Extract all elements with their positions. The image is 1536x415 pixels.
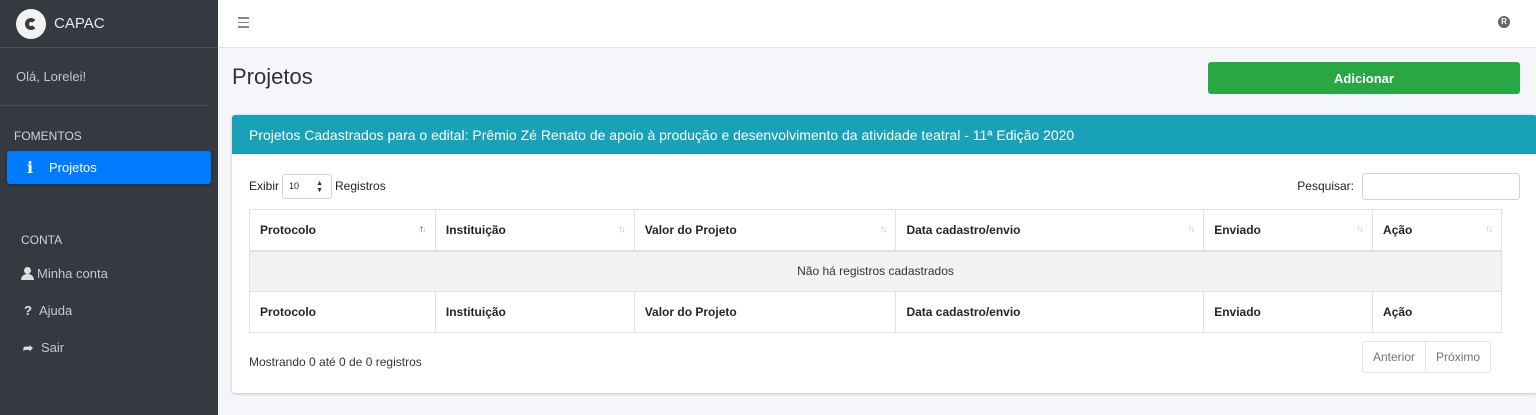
show-label: Exibir (249, 179, 280, 193)
info-icon: i (27, 158, 34, 177)
sidebar-item-label: Projetos (49, 160, 97, 175)
table-controls: Exibir 10 ▲ ▼ Registros Pesquisar: (249, 172, 1520, 200)
search-input[interactable] (1362, 172, 1520, 200)
question-icon: ? (24, 303, 32, 318)
empty-message: Não há registros cadastrados (249, 249, 1502, 292)
footer-valor: Valor do Projeto (633, 291, 897, 333)
column-header-acao[interactable]: Ação ↑↓ (1372, 209, 1502, 251)
page-length-control: Exibir 10 ▲ ▼ Registros (249, 172, 386, 200)
sort-icon: ↑↓ (1356, 224, 1364, 235)
sidebar-item-label: Minha conta (37, 266, 108, 281)
sidebar-item-label: Ajuda (39, 303, 73, 318)
brand-logo (16, 8, 46, 39)
column-header-protocolo[interactable]: Protocolo ↑↓ (249, 209, 436, 251)
column-header-data[interactable]: Data cadastro/envio ↑↓ (895, 209, 1205, 251)
sidebar-item-label: Sair (41, 340, 65, 355)
nav-header-fomentos: FOMENTOS (14, 129, 82, 143)
sidebar-item-ajuda[interactable]: ? Ajuda (0, 292, 218, 329)
next-page-button[interactable]: Próximo (1425, 342, 1490, 372)
nav-header-conta: CONTA (21, 233, 63, 247)
sort-icon: ↑↓ (1485, 224, 1493, 235)
footer-acao: Ação (1372, 291, 1502, 333)
brand-name: CAPAC (54, 15, 105, 32)
search-control: Pesquisar: (1297, 172, 1520, 200)
prev-page-button[interactable]: Anterior (1363, 342, 1425, 372)
pagination: Anterior Próximo (1362, 341, 1492, 373)
brand-link[interactable]: CAPAC (0, 0, 218, 48)
footer-enviado: Enviado (1203, 291, 1374, 333)
footer-protocolo: Protocolo (249, 291, 436, 333)
user-greeting: Olá, Lorelei! (0, 48, 208, 106)
page-title: Projetos (232, 64, 313, 89)
card-title: Projetos Cadastrados para o edital: Prêm… (232, 115, 1536, 154)
footer-instituicao: Instituição (434, 291, 635, 333)
projects-table: Protocolo ↑↓ Instituição ↑↓ Valor do Proje… (249, 209, 1502, 333)
search-label: Pesquisar: (1297, 179, 1354, 193)
sidebar-item-projetos[interactable]: i Projetos (7, 151, 211, 184)
sort-icon: ↑↓ (1187, 224, 1195, 235)
page-length-select[interactable]: 10 ▲ ▼ (282, 173, 333, 199)
column-header-enviado[interactable]: Enviado ↑↓ (1203, 209, 1374, 251)
column-header-instituicao[interactable]: Instituição ↑↓ (434, 209, 635, 251)
sign-out-icon: ➦ (22, 340, 34, 355)
records-label: Registros (335, 179, 386, 193)
sidebar: CAPAC Olá, Lorelei! FOMENTOS i Projetos … (0, 0, 218, 415)
sort-icon: ↑↓ (879, 224, 887, 235)
user-menu-icon[interactable]: R (1498, 16, 1510, 28)
hamburger-icon[interactable] (238, 17, 249, 31)
projects-card: Projetos Cadastrados para o edital: Prêm… (232, 115, 1536, 393)
select-arrows-icon: ▲ ▼ (316, 179, 324, 194)
main-content: Projetos Adicionar Projetos Cadastrados … (218, 48, 1536, 415)
table-info: Mostrando 0 até 0 de 0 registros (249, 355, 422, 369)
sidebar-item-sair[interactable]: ➦ Sair (0, 329, 218, 366)
footer-data: Data cadastro/envio (895, 291, 1205, 333)
column-header-valor[interactable]: Valor do Projeto ↑↓ (633, 209, 897, 251)
top-navbar: R (218, 0, 1536, 48)
sort-icon: ↑↓ (418, 224, 427, 235)
sidebar-item-minha-conta[interactable]: Minha conta (0, 255, 218, 292)
table-row: Não há registros cadastrados (249, 249, 1502, 292)
sort-icon: ↑↓ (617, 224, 626, 235)
user-icon (21, 266, 35, 281)
add-button[interactable]: Adicionar (1208, 62, 1520, 94)
